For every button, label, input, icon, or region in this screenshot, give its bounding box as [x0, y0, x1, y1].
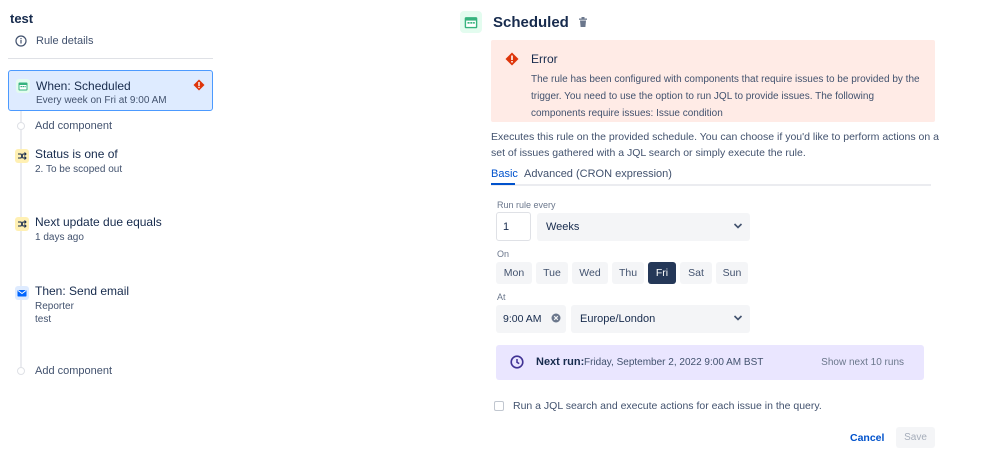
tab-basic[interactable]: Basic — [491, 168, 518, 180]
calendar-icon — [16, 79, 30, 93]
condition-title: Status is one of — [35, 147, 118, 161]
timezone-select[interactable]: Europe/London — [571, 305, 750, 333]
trigger-title: When: Scheduled — [36, 79, 131, 93]
at-label: At — [497, 292, 506, 302]
trigger-component[interactable]: When: Scheduled Every week on Fri at 9:0… — [8, 70, 213, 111]
next-run-value: Friday, September 2, 2022 9:00 AM BST — [584, 357, 764, 368]
run-every-input[interactable]: 1 — [496, 212, 531, 241]
add-component-button[interactable]: Add component — [17, 120, 112, 132]
jql-checkbox[interactable] — [494, 401, 504, 411]
mail-icon — [15, 286, 29, 300]
chevron-down-icon — [733, 223, 743, 229]
trigger-description: Executes this rule on the provided sched… — [491, 131, 939, 159]
chevron-down-icon — [733, 315, 743, 321]
tab-advanced-cron[interactable]: Advanced (CRON expression) — [524, 168, 672, 180]
clear-icon[interactable] — [551, 313, 561, 323]
run-every-label: Run rule every — [497, 200, 556, 210]
condition-component-status[interactable]: Status is one of 2. To be scoped out — [8, 141, 213, 181]
active-tab-indicator — [491, 183, 515, 185]
day-fri[interactable]: Fri — [648, 262, 676, 284]
add-dot-icon — [17, 367, 25, 375]
day-selector: Mon Tue Wed Thu Fri Sat Sun — [496, 262, 748, 284]
next-run-label: Next run: — [536, 356, 585, 368]
time-input[interactable]: 9:00 AM — [496, 305, 566, 333]
rule-title: test — [10, 11, 34, 26]
error-icon — [193, 79, 205, 91]
show-next-runs-link[interactable]: Show next 10 runs — [821, 357, 904, 368]
action-recipient: Reporter — [35, 301, 74, 312]
action-title: Then: Send email — [35, 284, 130, 298]
panel-header: Scheduled — [460, 11, 589, 33]
condition-title: Next update due equals — [35, 215, 162, 229]
next-run-banner: Next run: Friday, September 2, 2022 9:00… — [496, 345, 924, 380]
add-component-label: Add component — [35, 365, 113, 377]
day-tue[interactable]: Tue — [536, 262, 568, 284]
jql-option[interactable]: Run a JQL search and execute actions for… — [494, 400, 822, 412]
shuffle-icon — [15, 149, 29, 163]
condition-subtitle: 1 days ago — [35, 232, 84, 243]
day-sat[interactable]: Sat — [680, 262, 712, 284]
add-component-label: Add component — [35, 120, 113, 132]
day-wed[interactable]: Wed — [572, 262, 608, 284]
trash-icon[interactable] — [577, 16, 589, 28]
period-select[interactable]: Weeks — [537, 213, 750, 241]
error-message: Error The rule has been configured with … — [491, 40, 935, 122]
day-mon[interactable]: Mon — [496, 262, 532, 284]
action-component-send-email[interactable]: Then: Send email Reporter test — [8, 278, 213, 328]
component-config-panel: Scheduled Error The rule has been config… — [460, 0, 999, 461]
error-title: Error — [531, 52, 558, 66]
day-thu[interactable]: Thu — [612, 262, 644, 284]
rule-sidebar: test Rule details When: Scheduled Every … — [0, 0, 230, 461]
add-dot-icon — [17, 122, 25, 130]
trigger-subtitle: Every week on Fri at 9:00 AM — [36, 95, 167, 106]
divider — [8, 58, 213, 59]
add-component-button[interactable]: Add component — [17, 365, 112, 377]
info-icon — [15, 35, 27, 47]
panel-title: Scheduled — [493, 13, 569, 31]
clock-icon — [510, 355, 524, 369]
tab-bar: Basic Advanced (CRON expression) — [491, 168, 931, 186]
action-subject: test — [35, 314, 52, 325]
condition-subtitle: 2. To be scoped out — [35, 164, 123, 175]
jql-checkbox-label: Run a JQL search and execute actions for… — [513, 400, 822, 412]
error-text: The rule has been configured with compon… — [531, 74, 920, 119]
timezone-value: Europe/London — [580, 313, 656, 325]
time-value: 9:00 AM — [503, 313, 542, 325]
cancel-button[interactable]: Cancel — [850, 432, 884, 444]
day-sun[interactable]: Sun — [716, 262, 748, 284]
condition-component-next-update[interactable]: Next update due equals 1 days ago — [8, 209, 213, 249]
period-value: Weeks — [546, 221, 580, 233]
error-icon — [505, 52, 519, 66]
on-label: On — [497, 249, 510, 259]
calendar-icon — [460, 11, 482, 33]
save-button[interactable]: Save — [896, 427, 935, 448]
rule-details-link[interactable]: Rule details — [15, 35, 93, 47]
rule-details-label: Rule details — [36, 35, 94, 47]
shuffle-icon — [15, 217, 29, 231]
